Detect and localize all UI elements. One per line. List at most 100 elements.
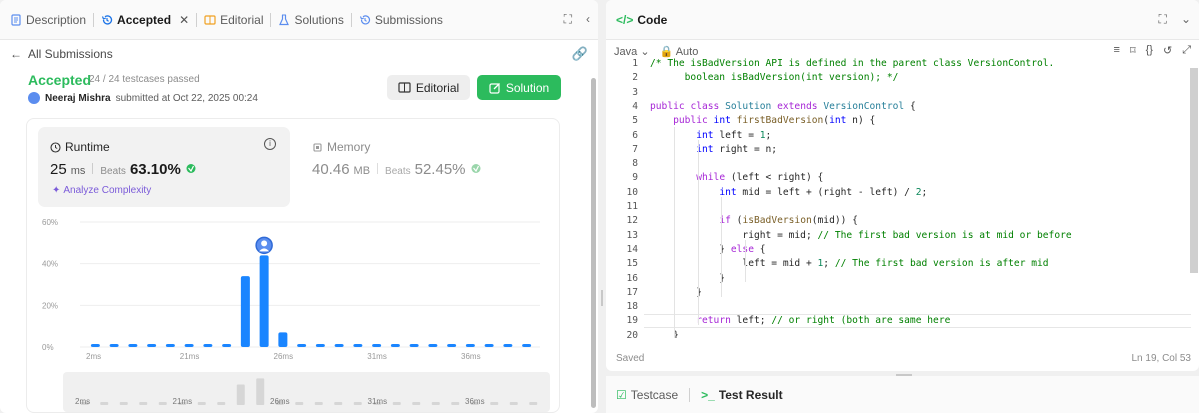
chart-bar xyxy=(278,332,288,347)
panel-resize-handle[interactable] xyxy=(601,290,603,306)
avatar-head xyxy=(261,240,268,247)
code-line[interactable]: while (left < right) { xyxy=(650,172,823,183)
code-line[interactable]: } xyxy=(650,287,702,298)
y-tick-label: 0% xyxy=(42,343,54,352)
code-line[interactable]: public int firstBadVersion(int n) { xyxy=(650,115,875,126)
code-editor[interactable]: 1 /* The isBadVersion API is defined in t… xyxy=(606,58,1199,338)
chart-bar xyxy=(334,344,344,347)
avatar[interactable] xyxy=(28,92,40,104)
code-line[interactable]: int right = n; xyxy=(650,144,777,155)
scrubber-bar xyxy=(217,402,226,405)
scrubber-bar xyxy=(451,402,460,405)
arrow-left-icon[interactable]: ← xyxy=(10,47,22,61)
scrubber-bar xyxy=(295,402,304,405)
code-title: Code xyxy=(637,12,668,27)
code-line[interactable]: } else { xyxy=(650,244,765,255)
code-line[interactable]: boolean isBadVersion(int version); */ xyxy=(650,72,899,83)
chart-bar xyxy=(222,344,232,347)
tab-test-result[interactable]: Test Result xyxy=(719,388,783,402)
y-tick-label: 40% xyxy=(42,260,58,269)
tab-accepted[interactable]: Accepted ✕ xyxy=(101,0,189,40)
divider xyxy=(92,163,94,174)
scrubber-bar xyxy=(353,402,362,405)
tab-divider xyxy=(270,12,272,27)
code-line[interactable]: return left; // or right (both are same … xyxy=(650,315,950,326)
divider xyxy=(377,163,379,174)
scrubber-bar xyxy=(314,402,323,405)
runtime-value: 25 ms Beats 63.10% xyxy=(50,161,197,178)
solution-button[interactable]: Solution xyxy=(477,75,561,100)
chart-bar xyxy=(240,276,250,347)
tab-testcase[interactable]: Testcase xyxy=(631,388,678,402)
braces-icon[interactable]: {} xyxy=(1146,44,1153,57)
line-number: 11 xyxy=(626,201,638,212)
sparkle-icon: ✦ xyxy=(52,185,61,196)
indent-guide xyxy=(698,139,699,326)
format-icon[interactable]: ≡ xyxy=(1114,44,1120,57)
code-line[interactable]: /* The isBadVersion API is defined in th… xyxy=(650,58,1054,69)
maximize-icon[interactable]: ⛶ xyxy=(1159,12,1167,27)
code-line[interactable]: int mid = left + (right - left) / 2; xyxy=(650,187,927,198)
runtime-label: Runtime xyxy=(65,140,110,154)
chart-bar xyxy=(259,255,269,347)
tab-editorial[interactable]: Editorial xyxy=(204,0,263,40)
chip-icon xyxy=(313,142,322,152)
editorial-button[interactable]: Editorial xyxy=(387,75,470,100)
info-icon[interactable]: i xyxy=(264,138,276,150)
tab-submissions[interactable]: Submissions xyxy=(359,0,443,40)
chart-range-scrubber[interactable]: 2ms 21ms 26ms 31ms 36ms xyxy=(63,372,550,412)
tab-divider xyxy=(350,12,352,27)
submission-panel: Description Accepted ✕ Editorial Solutio… xyxy=(0,0,598,413)
scrollbar[interactable] xyxy=(591,78,596,408)
chart-bar xyxy=(390,344,400,347)
code-header: </> Code ⛶ ⌄ xyxy=(606,0,1199,40)
edit-icon xyxy=(489,82,500,94)
tab-description[interactable]: Description xyxy=(10,0,86,40)
code-line[interactable]: right = mid; // The first bad version is… xyxy=(650,230,1071,241)
code-line[interactable]: public class Solution extends VersionCon… xyxy=(650,101,916,112)
analyze-complexity-link[interactable]: ✦ Analyze Complexity xyxy=(52,185,151,196)
analyze-label: Analyze Complexity xyxy=(63,185,152,196)
code-line[interactable]: } xyxy=(650,273,725,284)
reset-icon[interactable]: ↺ xyxy=(1163,44,1172,57)
language-value: Java xyxy=(614,45,638,58)
expand-icon[interactable]: ⤢ xyxy=(1182,44,1191,57)
code-line[interactable]: int left = 1; xyxy=(650,130,771,141)
author-name[interactable]: Neeraj Mishra xyxy=(45,93,111,104)
chart-bar xyxy=(428,344,438,347)
line-number: 19 xyxy=(626,315,638,327)
y-tick-label: 20% xyxy=(42,301,58,310)
y-tick-label: 60% xyxy=(42,218,58,227)
runtime-distribution-chart[interactable]: 0% 20% 40% 60% 2ms 21ms 26ms 31ms 36ms xyxy=(40,212,550,372)
all-submissions-link[interactable]: All Submissions xyxy=(28,47,113,61)
line-number: 8 xyxy=(632,158,638,170)
bookmark-icon[interactable]: ⌑ xyxy=(1130,44,1136,57)
line-number: 5 xyxy=(632,115,638,127)
scrollbar[interactable] xyxy=(1190,68,1198,273)
memory-label: Memory xyxy=(327,140,371,154)
panel-controls: ⛶ ‹ xyxy=(564,12,590,27)
scrubber-tick-label: 26ms xyxy=(270,397,290,406)
scrubber-bar xyxy=(256,378,265,405)
code-line[interactable]: left = mid + 1; // The first bad version… xyxy=(650,258,1048,269)
submitted-at: submitted at Oct 22, 2025 00:24 xyxy=(115,92,258,104)
left-tab-bar: Description Accepted ✕ Editorial Solutio… xyxy=(0,0,598,40)
code-line[interactable]: if (isBadVersion(mid)) { xyxy=(650,215,858,226)
scrubber-bar xyxy=(412,402,421,405)
close-icon[interactable]: ✕ xyxy=(179,13,189,27)
maximize-icon[interactable]: ⛶ xyxy=(564,12,572,27)
submission-status: Accepted xyxy=(28,72,92,88)
memory-title[interactable]: Memory xyxy=(312,140,370,154)
line-number: 13 xyxy=(626,229,638,241)
language-select[interactable]: Java ⌄ xyxy=(614,45,650,58)
link-icon[interactable]: 🔗 xyxy=(572,46,588,62)
breadcrumb: ← All Submissions 🔗 xyxy=(0,40,598,68)
line-number: 18 xyxy=(626,301,638,313)
chart-bar xyxy=(522,344,532,347)
flask-icon xyxy=(279,14,290,25)
mode-indicator[interactable]: 🔒 Auto xyxy=(660,45,699,58)
chevron-down-icon[interactable]: ⌄ xyxy=(1181,12,1191,27)
tab-solutions[interactable]: Solutions xyxy=(278,0,344,40)
chevron-left-icon[interactable]: ‹ xyxy=(586,12,590,27)
chart-bar xyxy=(297,344,307,347)
